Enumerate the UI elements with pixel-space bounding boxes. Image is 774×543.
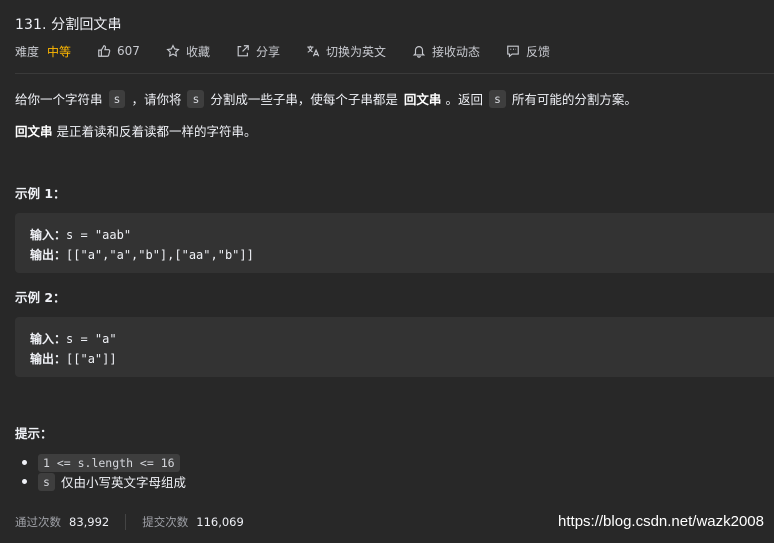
problem-title: 131. 分割回文串 — [15, 17, 122, 33]
share-label: 分享 — [255, 44, 280, 59]
hints-title: 提示： — [15, 426, 53, 441]
problem-meta-bar: 难度 中等 607 收藏 分享 切换为英文 接收动态 反馈 — [15, 43, 576, 59]
stats-divider — [125, 514, 127, 530]
favorite-label: 收藏 — [185, 44, 210, 59]
description-text: 给你一个字符串 — [15, 92, 103, 107]
example-2-code-block: 输入：s = "a" 输出：[["a"]] — [15, 317, 774, 377]
notify-button[interactable]: 接收动态 — [412, 43, 480, 60]
description-paragraph-2: 回文串 是正着读和反着读都一样的字符串。 — [15, 121, 257, 140]
example-input-line: 输入：s = "aab" — [30, 225, 774, 245]
inline-code: s — [187, 89, 205, 108]
description-text: 。返回 — [445, 92, 483, 107]
output-label: 输出： — [30, 248, 67, 262]
star-icon — [166, 44, 180, 57]
input-value: s = "aab" — [66, 228, 132, 242]
comment-icon — [507, 45, 519, 58]
like-count: 607 — [117, 44, 140, 58]
bullet-dot — [22, 479, 27, 484]
accepted-count: 83,992 — [69, 515, 110, 529]
example-input-line: 输入：s = "a" — [30, 329, 774, 349]
feedback-label: 反馈 — [526, 44, 551, 59]
description-text: 所有可能的分割方案。 — [511, 92, 637, 107]
description-text: 是正着读和反着读都一样的字符串。 — [56, 124, 257, 139]
bullet-dot — [22, 460, 27, 465]
submissions-label: 提交次数 — [142, 515, 189, 529]
inline-code: s — [108, 89, 126, 108]
list-item: 1 <= s.length <= 16 — [22, 453, 186, 472]
watermark-text: https://blog.csdn.net/wazk2008 — [558, 513, 764, 530]
like-button[interactable]: 607 — [97, 44, 140, 58]
share-icon — [237, 45, 249, 57]
share-button[interactable]: 分享 — [236, 43, 280, 60]
submission-stats: 通过次数 83,992 提交次数 116,069 — [15, 514, 244, 530]
inline-code: s — [38, 472, 55, 491]
example-output-line: 输出：[["a","a","b"],["aa","b"]] — [30, 245, 774, 265]
output-value: [["a"]] — [66, 352, 117, 366]
bold-term: 回文串 — [15, 124, 53, 139]
input-label: 输入： — [30, 228, 67, 242]
example-1-code-block: 输入：s = "aab" 输出：[["a","a","b"],["aa","b"… — [15, 213, 774, 273]
difficulty-badge: 中等 — [47, 44, 72, 59]
list-item: s 仅由小写英文字母组成 — [22, 472, 186, 491]
switch-language-button[interactable]: 切换为英文 — [306, 43, 386, 60]
input-value: s = "a" — [66, 332, 117, 346]
description-paragraph-1: 给你一个字符串 s ，请你将 s 分割成一些子串，使每个子串都是 回文串 。返回… — [15, 89, 637, 108]
inline-code: s — [488, 89, 506, 108]
description-text: ，请你将 — [131, 92, 182, 107]
accepted-label: 通过次数 — [15, 515, 61, 529]
feedback-button[interactable]: 反馈 — [506, 43, 550, 60]
bell-icon — [412, 46, 426, 58]
favorite-button[interactable]: 收藏 — [166, 43, 210, 60]
input-label: 输入： — [30, 332, 67, 346]
hint-text: 仅由小写英文字母组成 — [60, 475, 186, 490]
bold-term: 回文串 — [403, 92, 442, 107]
problem-page: 131. 分割回文串 难度 中等 607 收藏 分享 切换为英文 接收动态 反馈 — [0, 0, 774, 543]
example-2-title: 示例 2： — [15, 290, 66, 305]
header-divider — [15, 73, 774, 74]
switch-language-label: 切换为英文 — [325, 44, 386, 59]
example-output-line: 输出：[["a"]] — [30, 349, 774, 369]
difficulty-label: 难度 — [15, 44, 40, 59]
translate-icon — [307, 45, 320, 57]
thumbs-up-icon — [98, 45, 111, 57]
description-text: 分割成一些子串，使每个子串都是 — [210, 92, 398, 107]
output-value: [["a","a","b"],["aa","b"]] — [66, 248, 254, 262]
notify-label: 接收动态 — [431, 44, 480, 59]
output-label: 输出： — [30, 352, 67, 366]
submissions-count: 116,069 — [196, 515, 244, 529]
example-1-title: 示例 1： — [15, 186, 66, 201]
hints-list: 1 <= s.length <= 16 s 仅由小写英文字母组成 — [22, 453, 186, 491]
inline-code: 1 <= s.length <= 16 — [38, 453, 180, 472]
